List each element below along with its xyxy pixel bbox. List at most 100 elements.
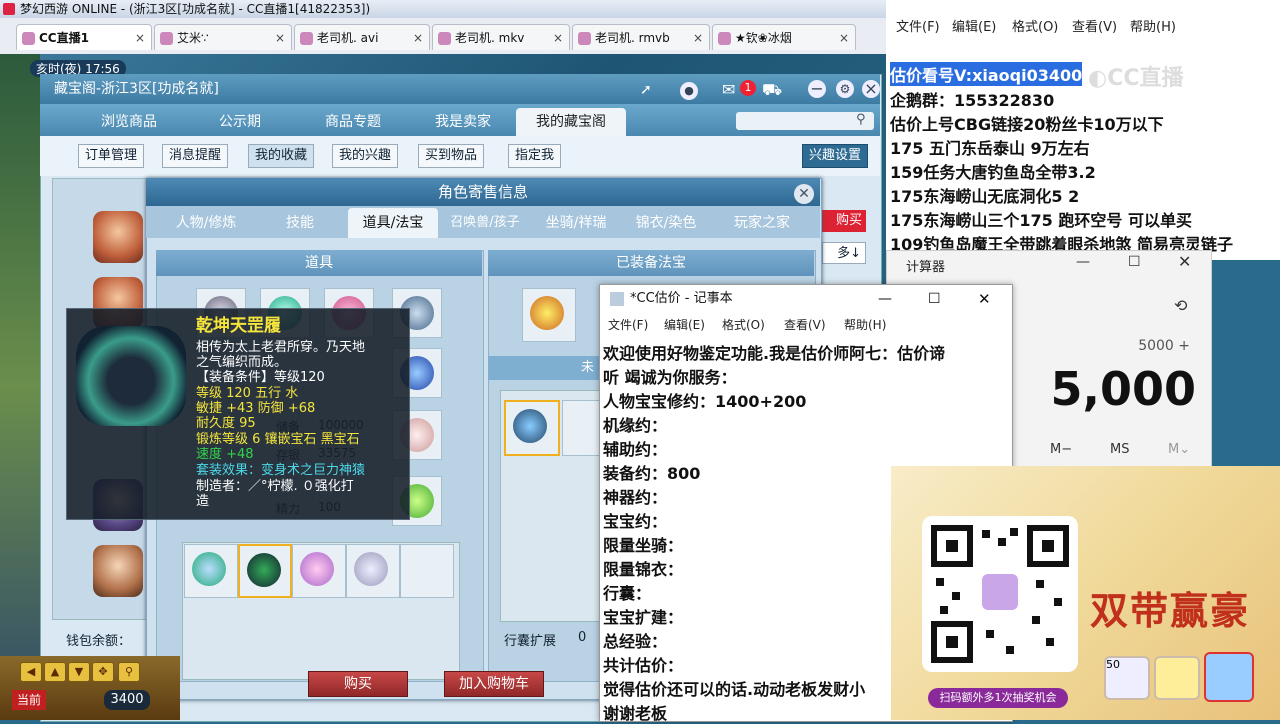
notepad-line[interactable]: 共计估价：	[603, 652, 683, 676]
notepad-line[interactable]: 装备约：800	[603, 460, 700, 484]
notepad-line[interactable]: 辅助约：	[603, 436, 667, 460]
equip-slot[interactable]	[400, 544, 454, 598]
tab-items[interactable]: 道具/法宝	[348, 208, 438, 238]
sub-interests[interactable]: 我的兴趣	[332, 144, 399, 168]
record-icon[interactable]: ●	[680, 82, 698, 100]
nav-browse[interactable]: 浏览商品	[84, 108, 174, 136]
tooltip-requirement: 【装备条件】等级120	[196, 370, 325, 385]
tab-outfits[interactable]: 锦衣/染色	[626, 208, 706, 238]
equip-slot-selected[interactable]	[238, 544, 292, 598]
memory-list-button[interactable]: M⌄	[1168, 442, 1190, 457]
memory-minus-button[interactable]: M−	[1050, 442, 1072, 457]
settings-icon[interactable]: ⚙	[836, 80, 854, 98]
notepad-line[interactable]: 总经验：	[603, 628, 667, 652]
notepad-line[interactable]: 觉得估价还可以的话.动动老板发财小	[603, 676, 865, 700]
minimize-icon[interactable]: −	[808, 80, 826, 98]
tab-character[interactable]: 人物/修炼	[160, 208, 252, 238]
current-channel-button[interactable]: 当前	[12, 690, 46, 710]
menu-view[interactable]: 查看(V)	[1072, 16, 1117, 35]
menu-view[interactable]: 查看(V)	[784, 316, 826, 333]
tab-pets[interactable]: 召唤兽/孩子	[440, 208, 530, 238]
sub-favorites[interactable]: 我的收藏	[248, 144, 315, 168]
search-icon[interactable]: ⚲	[856, 112, 872, 128]
menu-help[interactable]: 帮助(H)	[844, 316, 886, 333]
treasure-slot-selected[interactable]	[504, 400, 560, 456]
tab-mkv[interactable]: 老司机. mkv ×	[432, 24, 570, 50]
avatar[interactable]	[93, 545, 143, 597]
cbg-search-input[interactable]	[736, 112, 874, 130]
equip-slot[interactable]	[184, 544, 238, 598]
nav-public-period[interactable]: 公示期	[200, 108, 280, 136]
notepad-line[interactable]: 谢谢老板	[603, 700, 667, 724]
close-icon[interactable]: ×	[693, 25, 703, 50]
sub-messages[interactable]: 消息提醒	[162, 144, 229, 168]
notepad-line[interactable]: 听 竭诚为你服务：	[603, 364, 737, 388]
history-icon[interactable]: ⟲	[1174, 296, 1194, 315]
minimize-icon[interactable]: —	[1076, 254, 1096, 270]
nav-my-cbg[interactable]: 我的藏宝阁	[516, 108, 626, 136]
memory-store-button[interactable]: MS	[1110, 442, 1129, 457]
menu-edit[interactable]: 编辑(E)	[664, 316, 705, 333]
nav-topics[interactable]: 商品专题	[308, 108, 398, 136]
notepad-line[interactable]: 限量坐骑：	[603, 532, 683, 556]
menu-edit[interactable]: 编辑(E)	[952, 16, 996, 35]
qr-code[interactable]	[922, 516, 1078, 672]
tab-home[interactable]: 玩家之家	[718, 208, 806, 238]
notepad-line[interactable]: 宝宝扩建：	[603, 604, 683, 628]
buy-button[interactable]: 购买	[308, 671, 408, 697]
treasure-slot[interactable]	[522, 288, 576, 342]
tab-aimi[interactable]: 艾米∵ ×	[154, 24, 292, 50]
close-icon[interactable]: ×	[275, 25, 285, 50]
close-icon[interactable]: ✕	[978, 285, 991, 313]
arrow-left-icon[interactable]: ◀	[20, 662, 42, 682]
notepad-line[interactable]: 欢迎使用好物鉴定功能.我是估价师阿七：估价谛	[603, 340, 945, 364]
search-icon[interactable]: ⚲	[118, 662, 140, 682]
treasure-slot[interactable]	[562, 400, 600, 456]
menu-format[interactable]: 格式(O)	[722, 316, 765, 333]
tab-star[interactable]: ★钦❀冰烟 ×	[712, 24, 856, 50]
sub-designated[interactable]: 指定我	[508, 144, 562, 168]
side-buy-button[interactable]: 购买	[822, 210, 866, 232]
tab-mounts[interactable]: 坐骑/祥瑞	[534, 208, 618, 238]
side-more-button[interactable]: 多↓	[822, 242, 866, 264]
menu-file[interactable]: 文件(F)	[608, 316, 648, 333]
menu-help[interactable]: 帮助(H)	[1130, 16, 1176, 35]
close-icon[interactable]: ×	[839, 25, 849, 50]
arrow-down-icon[interactable]: ▼	[68, 662, 90, 682]
avatar[interactable]	[93, 211, 143, 263]
arrow-up-icon[interactable]: ▲	[44, 662, 66, 682]
tab-rmvb[interactable]: 老司机. rmvb ×	[572, 24, 710, 50]
sub-bought[interactable]: 买到物品	[418, 144, 485, 168]
notepad-line[interactable]: 机缘约：	[603, 412, 667, 436]
interest-settings-button[interactable]: 兴趣设置	[802, 144, 869, 168]
notepad-line[interactable]: 限量锦衣：	[603, 556, 683, 580]
close-icon[interactable]: ×	[862, 80, 880, 98]
equip-slot[interactable]	[346, 544, 400, 598]
notepad-line[interactable]: 宝宝约：	[603, 508, 667, 532]
maximize-icon[interactable]: ☐	[1128, 254, 1148, 270]
unequipped-header: 未	[488, 356, 600, 380]
minimize-icon[interactable]: —	[878, 285, 892, 313]
notepad-line[interactable]: 行囊：	[603, 580, 651, 604]
close-icon[interactable]: ×	[413, 25, 423, 50]
move-icon[interactable]: ✥	[92, 662, 114, 682]
close-icon[interactable]: ×	[553, 25, 563, 50]
menu-file[interactable]: 文件(F)	[896, 16, 940, 35]
tab-skills[interactable]: 技能	[260, 208, 340, 238]
notepad-line[interactable]: 神器约：	[603, 484, 667, 508]
cart-icon[interactable]: ⛟	[762, 80, 786, 99]
sub-orders[interactable]: 订单管理	[78, 144, 145, 168]
add-to-cart-button[interactable]: 加入购物车	[444, 671, 544, 697]
close-icon[interactable]: ✕	[1178, 252, 1198, 271]
menu-format[interactable]: 格式(O)	[1012, 16, 1058, 35]
close-icon[interactable]: ×	[135, 25, 145, 50]
tab-avi[interactable]: 老司机. avi ×	[294, 24, 430, 50]
notepad-line[interactable]: 人物宝宝修约：1400+200	[603, 388, 806, 412]
nav-seller[interactable]: 我是卖家	[418, 108, 508, 136]
maximize-icon[interactable]: ☐	[928, 285, 941, 313]
tab-cc-live[interactable]: CC直播1 ×	[16, 24, 152, 50]
close-icon[interactable]: ✕	[794, 184, 814, 204]
equip-slot[interactable]	[292, 544, 346, 598]
pin-icon[interactable]: ➚	[640, 82, 660, 98]
tooltip-desc: 之气编织而成。	[196, 355, 288, 370]
